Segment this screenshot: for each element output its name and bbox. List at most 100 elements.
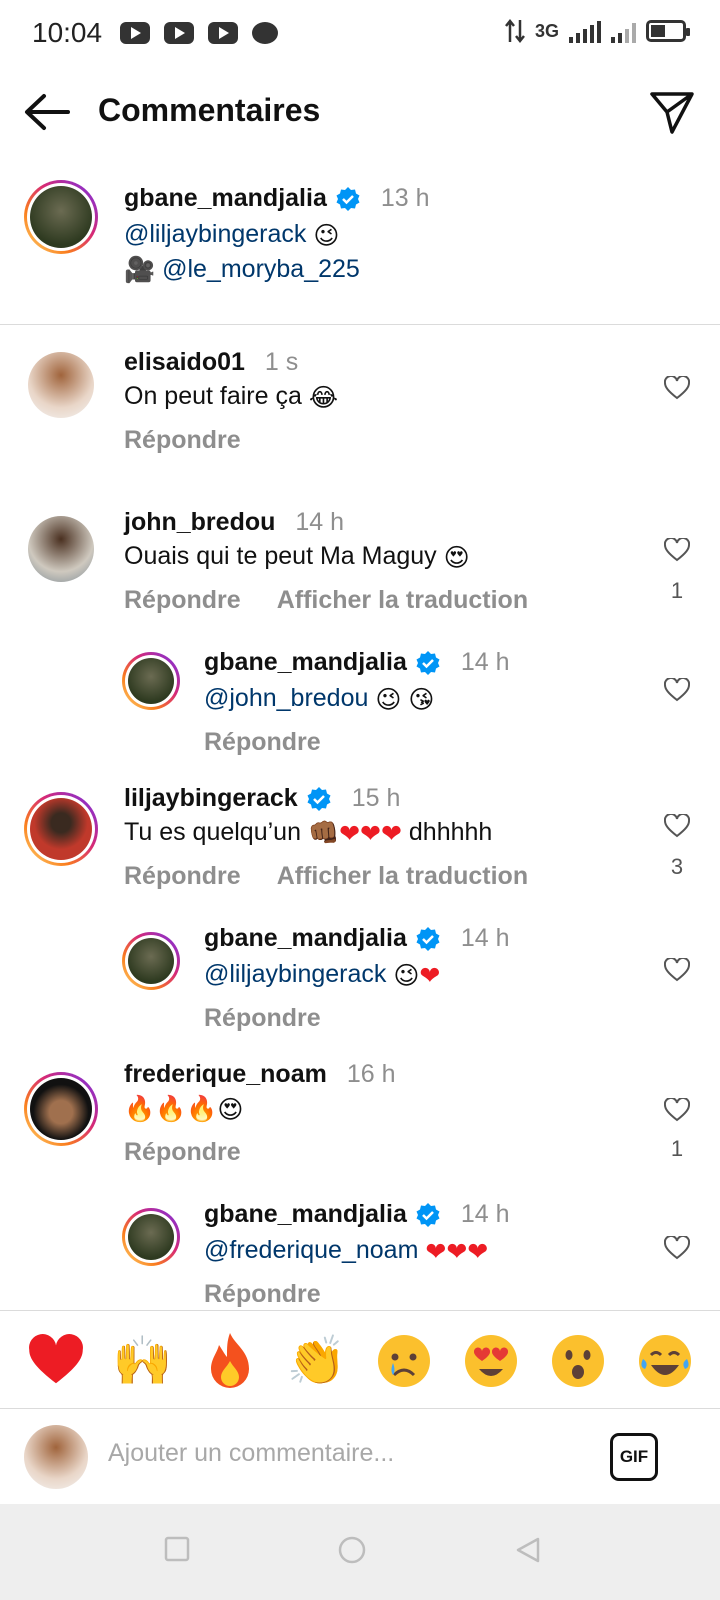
- mention-link[interactable]: @liljaybingerack: [124, 220, 306, 248]
- comment-input[interactable]: Ajouter un commentaire...: [108, 1439, 394, 1468]
- face-blowing-kiss-emoji: 😘: [408, 684, 435, 714]
- heart-eyes-reaction-icon[interactable]: [459, 1329, 523, 1393]
- verified-badge-icon: [416, 650, 440, 675]
- red-heart-emoji: ❤: [360, 818, 381, 848]
- reply-button[interactable]: Répondre: [204, 1004, 321, 1033]
- comment-time: 14 h: [460, 924, 510, 952]
- comment-username[interactable]: gbane_mandjalia: [204, 924, 407, 953]
- red-heart-emoji: ❤: [446, 1236, 468, 1266]
- comment-time: 15 h: [351, 784, 401, 812]
- comment-username[interactable]: liljaybingerack: [124, 784, 298, 813]
- caption-username[interactable]: gbane_mandjalia: [124, 184, 327, 213]
- mention-link[interactable]: @john_bredou: [204, 684, 368, 712]
- avatar[interactable]: [28, 352, 94, 418]
- like-count: 1: [670, 1136, 684, 1161]
- red-heart-reaction-icon[interactable]: [24, 1329, 88, 1393]
- avatar[interactable]: [122, 932, 180, 990]
- red-heart-emoji: ❤: [425, 1236, 447, 1266]
- reply-comment: gbane_mandjalia 14 h @frederique_noam ❤❤…: [0, 1196, 720, 1310]
- divider: [0, 324, 720, 325]
- tears-of-joy-reaction-icon[interactable]: [633, 1329, 697, 1393]
- header: Commentaires: [0, 72, 720, 152]
- fire-reaction-icon[interactable]: [198, 1329, 262, 1393]
- comment-text: On peut faire ça: [124, 382, 302, 410]
- like-heart-icon[interactable]: [664, 958, 690, 982]
- comment-time: 14 h: [460, 1200, 510, 1228]
- comment-username[interactable]: john_bredou: [124, 508, 275, 537]
- verified-badge-icon: [336, 186, 360, 211]
- reply-button[interactable]: Répondre: [204, 728, 321, 757]
- mention-link[interactable]: @frederique_noam: [204, 1236, 418, 1264]
- status-icons: 3G: [505, 18, 690, 44]
- system-nav-bar: [0, 1504, 720, 1600]
- avatar[interactable]: [28, 516, 94, 582]
- like-heart-icon[interactable]: [664, 538, 690, 562]
- like-heart-icon[interactable]: [664, 1098, 690, 1122]
- like-count: 3: [670, 854, 684, 879]
- youtube-notification-icon: [208, 22, 239, 44]
- share-send-icon[interactable]: [648, 88, 696, 136]
- avatar[interactable]: [24, 180, 98, 254]
- mention-link[interactable]: @liljaybingerack: [204, 960, 386, 988]
- reply-button[interactable]: Répondre: [204, 1280, 321, 1309]
- oncoming-fist-emoji: 👊🏾: [307, 818, 340, 848]
- avatar[interactable]: [122, 1208, 180, 1266]
- crying-face-reaction-icon[interactable]: [372, 1329, 436, 1393]
- like-count: 1: [670, 578, 684, 603]
- comment-username[interactable]: frederique_noam: [124, 1060, 327, 1089]
- comment-username[interactable]: gbane_mandjalia: [204, 648, 407, 677]
- page-title: Commentaires: [98, 92, 321, 128]
- like-heart-icon[interactable]: [664, 678, 690, 702]
- comment-username[interactable]: gbane_mandjalia: [204, 1200, 407, 1229]
- battery-icon: [646, 20, 690, 42]
- comment-composer: Ajouter un commentaire... GIF: [0, 1408, 720, 1504]
- back-arrow-icon[interactable]: [22, 90, 72, 134]
- home-icon[interactable]: [338, 1536, 366, 1564]
- reply-button[interactable]: Répondre: [124, 426, 241, 455]
- comment-text-suffix: dhhhhh: [408, 818, 493, 846]
- red-heart-emoji: ❤: [419, 960, 441, 990]
- avatar[interactable]: [24, 1072, 98, 1146]
- data-transfer-icon: [505, 18, 525, 44]
- winking-face-emoji: 😉: [313, 220, 340, 250]
- red-heart-emoji: ❤: [380, 818, 402, 848]
- verified-badge-icon: [416, 926, 440, 951]
- recent-apps-icon[interactable]: [164, 1536, 190, 1562]
- tears-of-joy-emoji: 😂: [308, 382, 339, 412]
- winking-face-emoji: 😉: [393, 960, 420, 990]
- raising-hands-reaction-icon[interactable]: 🙌: [111, 1329, 175, 1393]
- reply-button[interactable]: Répondre: [124, 1138, 241, 1167]
- like-heart-icon[interactable]: [664, 1236, 690, 1260]
- caption-time: 13 h: [380, 184, 430, 212]
- comment-username[interactable]: elisaido01: [124, 348, 245, 377]
- quick-reactions-bar: 🙌 👏: [0, 1310, 720, 1410]
- clapping-hands-reaction-icon[interactable]: 👏: [285, 1329, 349, 1393]
- reply-button[interactable]: Répondre: [124, 862, 241, 891]
- like-heart-icon[interactable]: [664, 814, 690, 838]
- notification-icons: [120, 22, 279, 44]
- reply-button[interactable]: Répondre: [124, 586, 241, 615]
- comment-time: 14 h: [295, 508, 345, 536]
- network-type: 3G: [534, 20, 559, 41]
- astonished-face-reaction-icon[interactable]: [546, 1329, 610, 1393]
- back-nav-icon[interactable]: [514, 1536, 542, 1564]
- comment-time: 1 s: [264, 348, 299, 376]
- mention-link[interactable]: @le_moryba_225: [162, 255, 360, 283]
- translate-button[interactable]: Afficher la traduction: [277, 862, 528, 891]
- comment-time: 14 h: [460, 648, 510, 676]
- avatar[interactable]: [122, 652, 180, 710]
- gif-button[interactable]: GIF: [610, 1433, 658, 1481]
- translate-button[interactable]: Afficher la traduction: [277, 586, 528, 615]
- fire-emoji: 🔥: [186, 1094, 218, 1124]
- comment-text: Tu es quelqu’un: [124, 818, 301, 846]
- verified-badge-icon: [307, 786, 331, 811]
- avatar[interactable]: [24, 792, 98, 866]
- movie-camera-emoji: 🎥: [124, 255, 156, 285]
- signal-icon: [569, 19, 601, 43]
- status-bar: 10:04 3G: [0, 0, 720, 66]
- current-user-avatar: [24, 1425, 88, 1489]
- chat-notification-icon: [252, 22, 279, 44]
- comment-text: Ouais qui te peut Ma Maguy: [124, 542, 437, 570]
- youtube-notification-icon: [164, 22, 195, 44]
- like-heart-icon[interactable]: [664, 376, 690, 400]
